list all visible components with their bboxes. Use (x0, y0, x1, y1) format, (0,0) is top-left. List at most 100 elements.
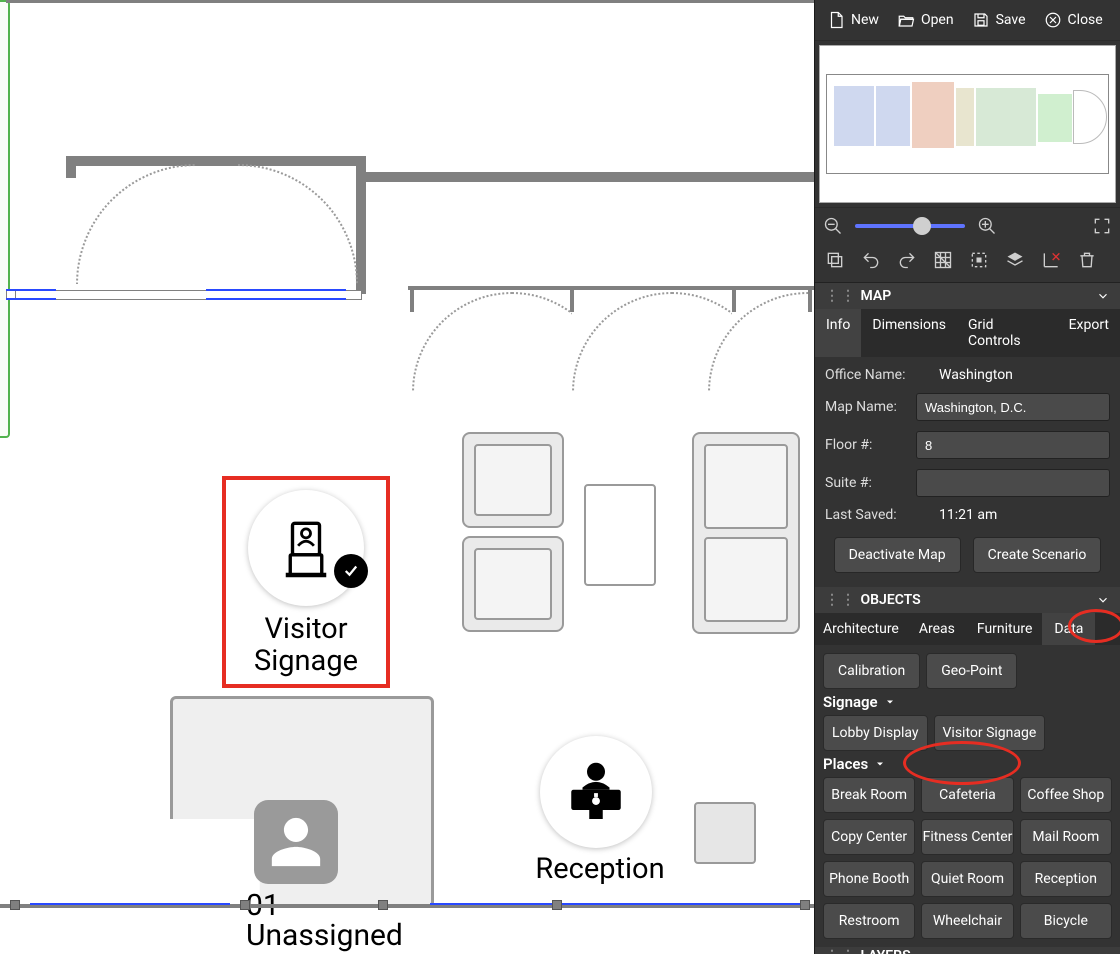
window-line (206, 289, 346, 291)
layers-icon[interactable] (1005, 250, 1025, 270)
create-scenario-button[interactable]: Create Scenario (973, 537, 1102, 573)
new-button[interactable]: New (819, 6, 887, 34)
tab-dimensions[interactable]: Dimensions (861, 309, 957, 357)
places-group-header[interactable]: Places (823, 751, 1112, 777)
select-all-icon[interactable] (969, 250, 989, 270)
window-line (206, 298, 346, 300)
close-circle-icon (1044, 11, 1062, 29)
floor-label: Floor #: (825, 437, 908, 453)
tab-grid-controls[interactable]: Grid Controls (957, 309, 1058, 357)
trash-icon[interactable] (1077, 250, 1097, 270)
last-saved-value: 11:21 am (939, 507, 997, 523)
wall (570, 286, 574, 312)
tab-export[interactable]: Export (1058, 309, 1120, 357)
zoom-in-icon[interactable] (977, 216, 997, 236)
window-line (6, 289, 56, 291)
green-area (0, 0, 10, 438)
visitor-signage-label-1: Visitor (222, 614, 390, 646)
objects-section-header[interactable]: ⋮⋮ OBJECTS (815, 587, 1120, 613)
redo-icon[interactable] (897, 250, 917, 270)
save-button[interactable]: Save (964, 6, 1034, 34)
resize-handle[interactable] (800, 900, 810, 910)
chevron-down-icon (1096, 949, 1110, 954)
signage-group-header[interactable]: Signage (823, 689, 1112, 715)
office-name-value: Washington (939, 367, 1013, 383)
wall (408, 286, 814, 290)
map-info-form: Office Name: Washington Map Name: Floor … (815, 357, 1120, 587)
zoom-slider[interactable] (855, 224, 965, 228)
tab-info[interactable]: Info (815, 309, 861, 357)
chair[interactable] (462, 536, 564, 632)
folder-open-icon (897, 11, 915, 29)
map-name-label: Map Name: (825, 399, 908, 415)
map-name-input[interactable] (916, 393, 1110, 421)
wall (808, 286, 812, 312)
resize-handle[interactable] (552, 900, 562, 910)
duplicate-icon[interactable] (825, 250, 845, 270)
tab-data[interactable]: Data (1042, 613, 1095, 645)
map-tabs: Info Dimensions Grid Controls Export (815, 309, 1120, 357)
pill-calibration[interactable]: Calibration (823, 653, 920, 689)
tab-furniture[interactable]: Furniture (967, 613, 1043, 645)
pill-copy-center[interactable]: Copy Center (823, 819, 915, 855)
unassigned-avatar[interactable] (254, 800, 338, 884)
grid-toggle-icon[interactable] (933, 250, 953, 270)
chair[interactable] (462, 432, 564, 528)
desk-status-label: Unassigned (246, 918, 403, 953)
pill-reception[interactable]: Reception (1020, 861, 1112, 897)
pill-wheelchair[interactable]: Wheelchair (921, 903, 1013, 939)
pill-coffee-shop[interactable]: Coffee Shop (1020, 777, 1112, 813)
minimap-container (815, 41, 1120, 208)
pill-visitor-signage[interactable]: Visitor Signage (934, 715, 1046, 751)
wall (66, 156, 76, 178)
zoom-controls (815, 208, 1120, 244)
open-button[interactable]: Open (889, 6, 962, 34)
wall (66, 156, 366, 166)
undo-icon[interactable] (861, 250, 881, 270)
pill-mail-room[interactable]: Mail Room (1020, 819, 1112, 855)
map-section-header[interactable]: ⋮⋮ MAP (815, 283, 1120, 309)
window-line (6, 298, 56, 300)
fullscreen-icon[interactable] (1092, 216, 1112, 236)
chevron-down-icon (1096, 289, 1110, 303)
pill-restroom[interactable]: Restroom (823, 903, 915, 939)
inspector-panel: New Open Save Close (814, 0, 1120, 954)
sofa[interactable] (692, 432, 800, 634)
caret-down-icon (874, 758, 886, 770)
objects-tabs: Architecture Areas Furniture Data (815, 613, 1120, 645)
resize-handle[interactable] (240, 900, 250, 910)
history-tool-row (815, 244, 1120, 283)
tab-architecture[interactable]: Architecture (815, 613, 907, 645)
pill-bicycle[interactable]: Bicycle (1020, 903, 1112, 939)
close-button[interactable]: Close (1036, 6, 1111, 34)
coffee-table[interactable] (584, 484, 656, 586)
wall (732, 286, 736, 312)
last-saved-label: Last Saved: (825, 507, 925, 523)
pill-fitness-center[interactable]: Fitness Center (921, 819, 1013, 855)
wall (410, 286, 414, 312)
floppy-save-icon (972, 11, 990, 29)
floorplan-canvas[interactable]: Reception 01 Unassigned Visitor Signage (0, 0, 814, 954)
tab-areas[interactable]: Areas (907, 613, 967, 645)
clear-axes-icon[interactable] (1041, 250, 1061, 270)
menubar: New Open Save Close (815, 0, 1120, 41)
minimap[interactable] (819, 45, 1116, 203)
pill-quiet-room[interactable]: Quiet Room (921, 861, 1013, 897)
wall (6, 0, 814, 3)
reception-marker[interactable] (540, 736, 652, 848)
pill-break-room[interactable]: Break Room (823, 777, 915, 813)
floor-input[interactable] (916, 431, 1110, 459)
visitor-signage-marker[interactable] (248, 490, 364, 606)
pill-lobby-display[interactable]: Lobby Display (823, 715, 928, 751)
pill-cafeteria[interactable]: Cafeteria (921, 777, 1013, 813)
resize-handle[interactable] (378, 900, 388, 910)
suite-input[interactable] (916, 469, 1110, 497)
zoom-out-icon[interactable] (823, 216, 843, 236)
pill-phone-booth[interactable]: Phone Booth (823, 861, 915, 897)
pill-geo-point[interactable]: Geo-Point (926, 653, 1017, 689)
objects-body: Calibration Geo-Point Signage Lobby Disp… (815, 645, 1120, 947)
wall (364, 172, 814, 182)
deactivate-map-button[interactable]: Deactivate Map (834, 537, 961, 573)
side-table[interactable] (694, 802, 756, 864)
resize-handle[interactable] (10, 900, 20, 910)
